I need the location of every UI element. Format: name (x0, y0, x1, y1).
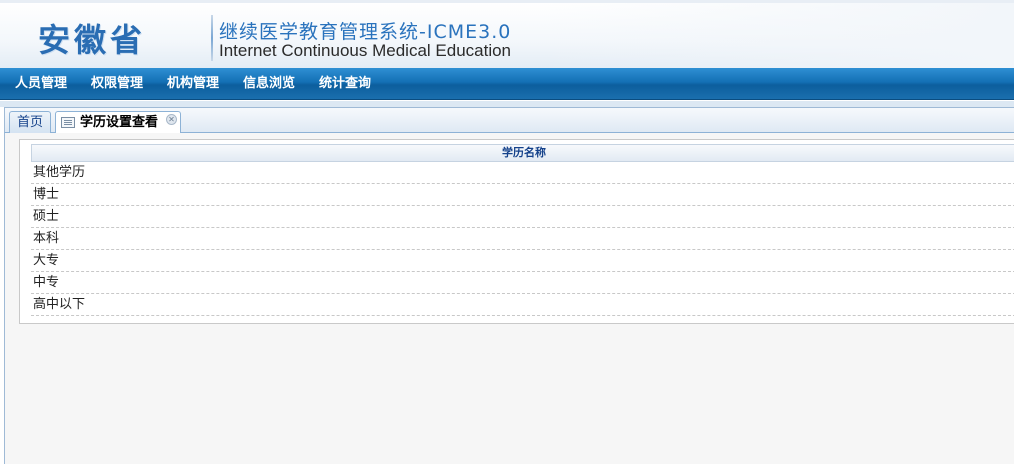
close-icon[interactable]: ✕ (166, 114, 177, 125)
nav-item-organizations[interactable]: 机构管理 (167, 68, 219, 100)
nav-item-info-browse[interactable]: 信息浏览 (243, 68, 295, 100)
table-row[interactable]: 其他学历 (31, 162, 1014, 184)
tab-home[interactable]: 首页 (9, 111, 51, 134)
table-row[interactable]: 硕士 (31, 206, 1014, 228)
system-title-cn: 继续医学教育管理系统-ICME3.0 (219, 21, 512, 43)
table-row[interactable]: 高中以下 (31, 294, 1014, 316)
nav-item-personnel[interactable]: 人员管理 (15, 68, 67, 100)
nav-item-permissions[interactable]: 权限管理 (91, 68, 143, 100)
system-title-en: Internet Continuous Medical Education (219, 41, 512, 60)
tab-bar: 首页 学历设置查看 ✕ (4, 107, 1014, 135)
app-header: 安徽省 继续医学教育管理系统-ICME3.0 Internet Continuo… (0, 0, 1014, 71)
column-header-education-name[interactable]: 学历名称 (31, 144, 1014, 162)
province-logo: 安徽省 (38, 21, 147, 59)
header-divider (211, 15, 213, 61)
table-row[interactable]: 大专 (31, 250, 1014, 272)
nav-item-statistics[interactable]: 统计查询 (319, 68, 371, 100)
content-area: 学历名称 其他学历 博士 硕士 本科 大专 中专 高中以下 (4, 133, 1014, 464)
list-icon (61, 117, 75, 128)
tab-education-settings[interactable]: 学历设置查看 ✕ (55, 111, 181, 135)
header-background (540, 3, 1014, 71)
table-row[interactable]: 本科 (31, 228, 1014, 250)
education-grid: 学历名称 其他学历 博士 硕士 本科 大专 中专 高中以下 (19, 139, 1014, 324)
main-nav: 人员管理 权限管理 机构管理 信息浏览 统计查询 (0, 68, 1014, 100)
table-row[interactable]: 博士 (31, 184, 1014, 206)
tab-label: 学历设置查看 (80, 115, 159, 130)
table-row[interactable]: 中专 (31, 272, 1014, 294)
